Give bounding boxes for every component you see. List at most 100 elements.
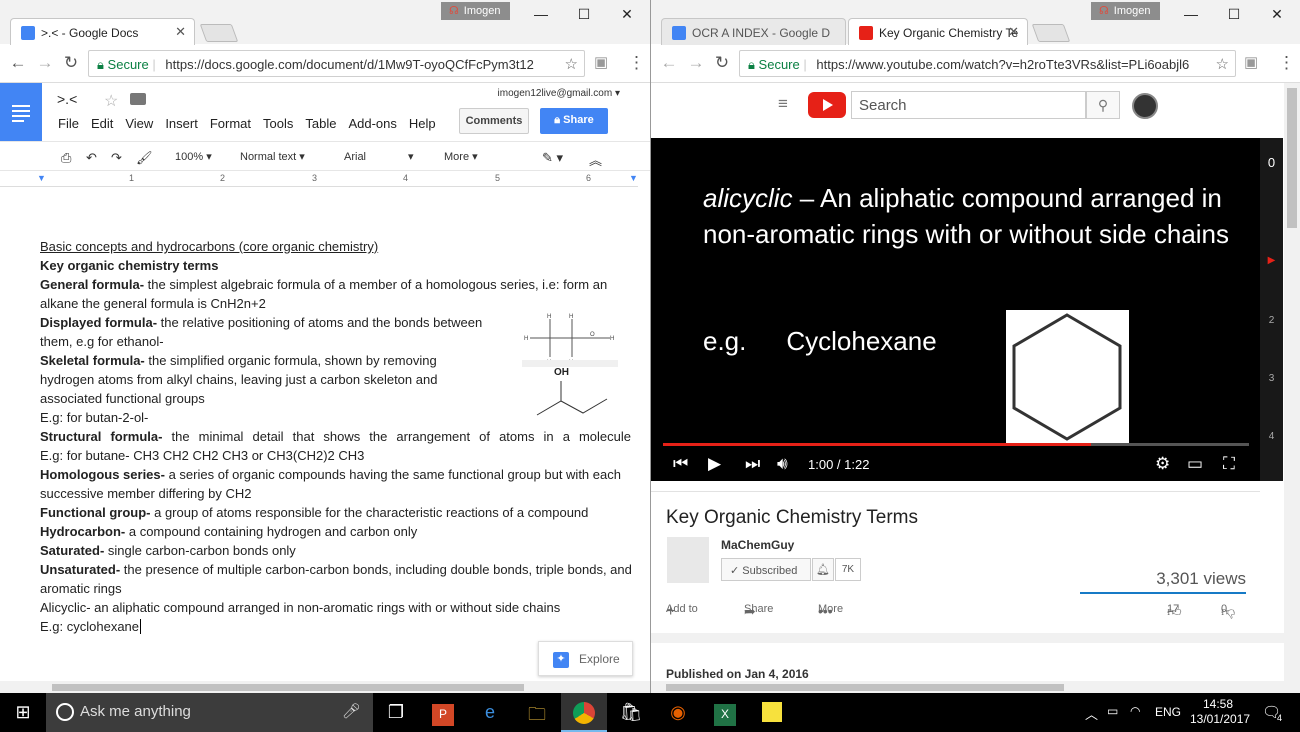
menu-file[interactable]: File: [58, 116, 79, 131]
action-center-icon[interactable]: 🗨︎4: [1262, 703, 1286, 723]
explore-button[interactable]: ✦ Explore: [538, 641, 633, 676]
subscribed-button[interactable]: ✓ Subscribed: [721, 558, 811, 581]
youtube-search-input[interactable]: Search: [851, 91, 1086, 119]
comments-button[interactable]: Comments: [459, 108, 529, 134]
notification-bell-icon[interactable]: 🔔︎: [812, 558, 834, 581]
close-window-button[interactable]: ✕: [617, 6, 637, 23]
playlist-item[interactable]: 4: [1260, 431, 1283, 442]
chrome-icon[interactable]: [561, 693, 607, 732]
windows-start-icon[interactable]: ⊞: [0, 693, 46, 732]
star-icon[interactable]: ☆: [104, 91, 118, 111]
close-window-button[interactable]: ✕: [1267, 6, 1287, 23]
new-tab-button[interactable]: [1031, 24, 1071, 42]
forward-icon[interactable]: →: [35, 53, 55, 73]
document-canvas[interactable]: Basic concepts and hydrocarbons (core or…: [0, 187, 638, 681]
document-title[interactable]: >.<: [57, 91, 77, 107]
page-hscroll-thumb[interactable]: [666, 684, 1064, 691]
menu-insert[interactable]: Insert: [165, 116, 198, 131]
playlist-item[interactable]: 3: [1260, 373, 1283, 384]
paint-format-icon[interactable]: 🖌︎: [136, 150, 153, 166]
maximize-button[interactable]: ☐: [574, 6, 594, 23]
folder-icon[interactable]: [130, 93, 146, 105]
channel-name[interactable]: MaChemGuy: [721, 538, 794, 552]
search-button[interactable]: ⚲: [1086, 91, 1120, 119]
forward-icon[interactable]: →: [686, 53, 706, 73]
fullscreen-icon[interactable]: ⛶: [1223, 454, 1235, 474]
reload-icon[interactable]: ↻: [61, 53, 81, 73]
menu-help[interactable]: Help: [409, 116, 436, 131]
maximize-button[interactable]: ☐: [1224, 6, 1244, 23]
doc-horizontal-scrollbar[interactable]: [0, 681, 650, 693]
doc-hscroll-thumb[interactable]: [52, 684, 524, 691]
indent-marker-icon[interactable]: ▼: [37, 173, 46, 183]
page-horizontal-scrollbar[interactable]: [651, 681, 1300, 693]
task-view-icon[interactable]: ❐: [373, 693, 419, 732]
style-select[interactable]: Normal text ▾: [240, 150, 305, 163]
document-body[interactable]: Basic concepts and hydrocarbons (core or…: [40, 237, 632, 636]
extension-icon[interactable]: ▣: [1244, 53, 1258, 71]
store-icon[interactable]: 🛍︎: [608, 693, 654, 732]
pen-icon[interactable]: ✎ ▾: [542, 150, 563, 166]
chrome-menu-icon[interactable]: ⋮: [628, 53, 645, 73]
docs-home-icon[interactable]: [0, 83, 42, 141]
theater-mode-icon[interactable]: ▭: [1187, 454, 1203, 474]
channel-avatar[interactable]: [667, 537, 709, 583]
font-select[interactable]: Arial ▾: [344, 150, 414, 163]
battery-icon[interactable]: ▭: [1107, 704, 1118, 718]
video-progress-bar[interactable]: [663, 443, 1249, 446]
menu-edit[interactable]: Edit: [91, 116, 113, 131]
more-select[interactable]: More ▾: [444, 150, 478, 163]
profile-badge[interactable]: ☊ Imogen: [1091, 2, 1160, 20]
minimize-button[interactable]: —: [1181, 6, 1201, 22]
page-vertical-scrollbar[interactable]: [1284, 83, 1300, 681]
redo-icon[interactable]: ↷: [111, 150, 122, 166]
back-icon[interactable]: ←: [659, 53, 679, 73]
profile-badge[interactable]: ☊ Imogen: [441, 2, 510, 20]
page-scroll-thumb[interactable]: [1287, 88, 1297, 228]
menu-format[interactable]: Format: [210, 116, 251, 131]
close-tab-icon[interactable]: ✕: [1008, 24, 1019, 40]
language-indicator[interactable]: ENG: [1155, 705, 1181, 719]
reload-icon[interactable]: ↻: [712, 53, 732, 73]
edge-icon[interactable]: e: [467, 693, 513, 732]
zoom-select[interactable]: 100% ▾: [175, 150, 212, 163]
account-email[interactable]: imogen12live@gmail.com ▾: [498, 88, 620, 99]
user-avatar[interactable]: [1132, 93, 1158, 119]
settings-gear-icon[interactable]: ⚙: [1155, 454, 1170, 474]
undo-icon[interactable]: ↶: [86, 150, 97, 166]
right-indent-marker-icon[interactable]: ▼: [629, 173, 638, 183]
microphone-icon[interactable]: 🎤︎: [342, 702, 361, 720]
youtube-logo-icon[interactable]: [808, 92, 846, 118]
chrome-menu-icon[interactable]: ⋮: [1278, 53, 1295, 73]
volume-icon[interactable]: 🔊︎: [777, 454, 788, 474]
play-icon[interactable]: ▶: [708, 454, 721, 474]
wifi-icon[interactable]: ◠: [1130, 704, 1140, 718]
cortana-search-box[interactable]: Ask me anything 🎤︎: [46, 693, 373, 732]
minimize-button[interactable]: —: [531, 6, 551, 22]
firefox-icon[interactable]: ◉: [655, 693, 701, 732]
tab-google-docs[interactable]: >.< - Google Docs ✕: [10, 18, 195, 45]
bookmark-star-icon[interactable]: ☆: [565, 55, 578, 73]
previous-icon[interactable]: ⏮︎: [673, 454, 688, 474]
excel-icon[interactable]: X: [702, 693, 748, 732]
close-tab-icon[interactable]: ✕: [175, 24, 186, 40]
clock[interactable]: 14:58 13/01/2017: [1190, 697, 1250, 727]
share-button[interactable]: 🔒︎ Share: [540, 108, 608, 134]
sticky-notes-icon[interactable]: [749, 693, 795, 732]
bookmark-star-icon[interactable]: ☆: [1216, 55, 1229, 73]
tab-youtube-video[interactable]: Key Organic Chemistry Te ✕: [848, 18, 1028, 45]
tab-ocr-a-index[interactable]: OCR A INDEX - Google D: [661, 18, 846, 45]
file-explorer-icon[interactable]: 🗀︎: [514, 693, 560, 732]
print-icon[interactable]: ⎙: [61, 150, 71, 166]
tray-expand-icon[interactable]: ︿: [1085, 704, 1098, 723]
address-bar[interactable]: 🔒︎ Secure | https://docs.google.com/docu…: [88, 50, 585, 77]
video-player[interactable]: alicyclic – An aliphatic compound arrang…: [651, 138, 1260, 481]
menu-table[interactable]: Table: [305, 116, 336, 131]
menu-tools[interactable]: Tools: [263, 116, 293, 131]
menu-addons[interactable]: Add-ons: [348, 116, 396, 131]
next-icon[interactable]: ⏭︎: [745, 454, 760, 474]
new-tab-button[interactable]: [199, 24, 239, 42]
menu-view[interactable]: View: [125, 116, 153, 131]
back-icon[interactable]: ←: [8, 53, 28, 73]
collapse-icon[interactable]: ︽: [589, 150, 602, 169]
